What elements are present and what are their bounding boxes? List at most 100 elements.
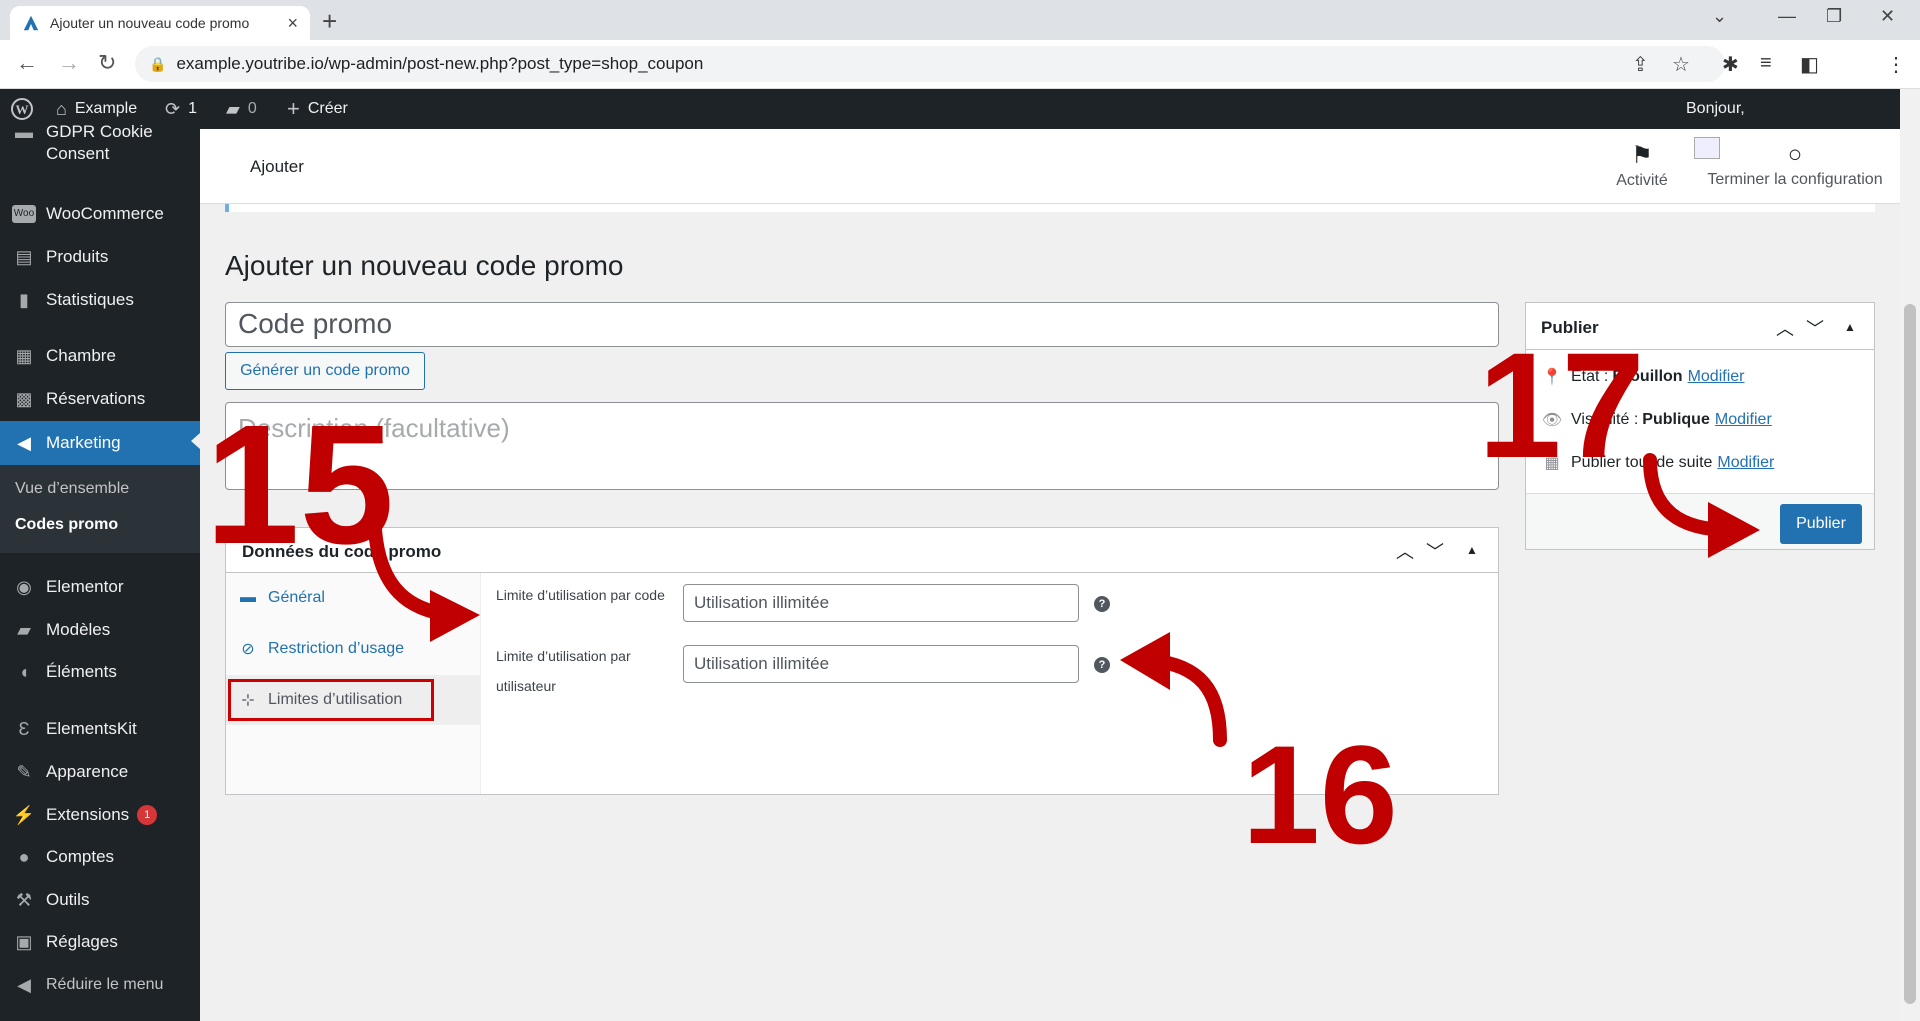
move-down-icon[interactable]: ﹀ — [1426, 538, 1444, 564]
chrome-menu-icon[interactable]: ⋮ — [1886, 52, 1906, 77]
activity-button[interactable]: ⚑ Activité — [1607, 141, 1677, 190]
sidebar-item-elements[interactable]: ◖ Éléments — [0, 652, 200, 692]
progress-circle-icon: ○ — [1787, 141, 1803, 168]
comments-link[interactable]: ▰ 0 — [226, 89, 257, 129]
publish-button[interactable]: Publier — [1780, 504, 1862, 544]
sidebar-item-statistiques[interactable]: ▮ Statistiques — [0, 280, 200, 320]
edit-visibility-link[interactable]: Modifier — [1715, 411, 1772, 429]
coupon-code-input[interactable]: Code promo — [225, 302, 1499, 347]
sidebar-item-extensions[interactable]: ⚡ Extensions 1 — [0, 795, 200, 835]
description-textarea[interactable]: Description (facultative) — [225, 402, 1499, 490]
restore-icon[interactable]: ❐ — [1826, 6, 1842, 27]
sidebar-item-label: Elementor — [46, 577, 124, 596]
sidebar-item-chambre[interactable]: ▦ Chambre — [0, 336, 200, 376]
help-icon[interactable]: ? — [1094, 596, 1110, 612]
collapse-icon: ◀ — [17, 974, 31, 995]
toggle-panel-icon[interactable]: ▲ — [1466, 543, 1478, 557]
page-title: Ajouter un nouveau code promo — [225, 250, 624, 281]
sidebar-item-reglages[interactable]: ▣ Réglages — [0, 922, 200, 962]
sidebar-item-comptes[interactable]: ● Comptes — [0, 837, 200, 877]
close-window-icon[interactable]: ✕ — [1880, 6, 1895, 27]
finish-setup-button[interactable]: ○ Terminer la configuration — [1700, 141, 1890, 189]
minimize-icon[interactable]: — — [1778, 6, 1796, 27]
new-content-link[interactable]: + Créer — [287, 89, 348, 129]
sidebar-item-label: Réduire le menu — [46, 976, 164, 993]
greeting-text: Bonjour, — [1686, 100, 1745, 117]
forward-icon[interactable]: → — [58, 50, 80, 76]
flag-icon: ⚑ — [1631, 142, 1653, 169]
sidebar-item-label: Marketing — [46, 433, 121, 452]
tab-usage-limits[interactable]: ⊹ Limites d’utilisation — [226, 675, 481, 725]
woocommerce-header: Ajouter ⚑ Activité ○ Terminer la configu… — [200, 129, 1900, 204]
extensions-puzzle-icon[interactable]: ✱ — [1722, 52, 1739, 77]
ticket-icon: ▬ — [240, 589, 256, 606]
sidebar-item-label: Extensions — [46, 805, 130, 824]
ekit-icon: Ɛ — [18, 718, 30, 739]
megaphone-icon: ◀ — [17, 432, 31, 453]
scrollbar-thumb[interactable] — [1904, 304, 1916, 1004]
reload-icon[interactable]: ↻ — [98, 50, 116, 76]
browser-tab-bar: Ajouter un nouveau code promo × + ⌄ — ❐ … — [0, 0, 1920, 40]
settings-icon: ▣ — [15, 931, 33, 952]
building-icon: ▦ — [15, 345, 33, 366]
coupon-tabs: ▬ Général ⊘ Restriction d’usage ⊹ Limite… — [226, 573, 481, 794]
notice-bar — [225, 204, 1875, 212]
sidebar-item-modeles[interactable]: ▰ Modèles — [0, 610, 200, 650]
submenu-overview[interactable]: Vue d’ensemble — [15, 480, 129, 498]
generate-coupon-button[interactable]: Générer un code promo — [225, 352, 425, 390]
sidebar-item-label: Éléments — [46, 662, 117, 681]
collapse-menu-button[interactable]: ◀ Réduire le menu — [0, 965, 200, 1005]
toggle-panel-icon[interactable]: ▲ — [1844, 320, 1856, 334]
panel-header: Données du code promo ︿ ﹀ ▲ — [226, 528, 1498, 573]
tab-search-icon[interactable]: ⌄ — [1712, 6, 1727, 27]
sidebar-item-outils[interactable]: ⚒ Outils — [0, 880, 200, 920]
usage-limit-per-code-label: Limite d’utilisation par code — [496, 587, 665, 603]
move-up-icon[interactable]: ︿ — [1396, 538, 1414, 564]
chart-bar-icon: ▮ — [19, 289, 29, 310]
address-bar[interactable]: 🔒 example.youtribe.io/wp-admin/post-new.… — [135, 46, 1725, 82]
usage-limit-per-user-input[interactable]: Utilisation illimitée — [683, 645, 1079, 683]
media-queue-icon[interactable]: ≡ — [1760, 52, 1772, 75]
header-title: Ajouter — [250, 157, 304, 176]
share-icon[interactable]: ⇪ — [1632, 52, 1649, 77]
sidebar-item-elementskit[interactable]: Ɛ ElementsKit — [0, 709, 200, 749]
tab-usage-restriction[interactable]: ⊘ Restriction d’usage — [226, 624, 481, 674]
drop-icon: ◖ — [18, 661, 30, 682]
submenu-coupons[interactable]: Codes promo — [15, 516, 118, 534]
browser-tab[interactable]: Ajouter un nouveau code promo × — [10, 6, 310, 40]
site-favicon-icon — [23, 15, 39, 31]
move-up-icon[interactable]: ︿ — [1776, 315, 1794, 341]
wrench-icon: ⚒ — [15, 889, 33, 910]
sidebar-item-label: Modèles — [46, 620, 111, 639]
sidebar-item-reservations[interactable]: ▩ Réservations — [0, 379, 200, 419]
sidebar-item-label: Apparence — [46, 762, 129, 781]
tab-close-icon[interactable]: × — [287, 13, 298, 34]
usage-limit-per-user-label: Limite d’utilisation par — [496, 648, 631, 664]
plus-icon: + — [287, 96, 300, 121]
move-down-icon[interactable]: ﹀ — [1806, 315, 1824, 341]
usage-limit-per-code-input[interactable]: Utilisation illimitée — [683, 584, 1079, 622]
edit-status-link[interactable]: Modifier — [1688, 368, 1745, 386]
woo-icon: Woo — [12, 205, 36, 223]
edit-schedule-link[interactable]: Modifier — [1717, 454, 1774, 472]
user-icon: ● — [18, 846, 30, 867]
sidebar-item-produits[interactable]: ▤ Produits — [0, 237, 200, 277]
annotation-step-17: 17 — [1478, 321, 1645, 489]
sidebar-item-marketing[interactable]: ◀ Marketing — [0, 421, 200, 465]
help-icon[interactable]: ? — [1094, 657, 1110, 673]
account-greeting[interactable]: Bonjour, — [1686, 89, 1745, 129]
tab-label: Restriction d’usage — [268, 640, 405, 657]
side-panel-icon[interactable]: ◧ — [1800, 52, 1819, 77]
sidebar-item-woocommerce[interactable]: Woo WooCommerce — [0, 194, 200, 234]
sidebar-item-apparence[interactable]: ✎ Apparence — [0, 752, 200, 792]
bookmark-star-icon[interactable]: ☆ — [1672, 52, 1690, 77]
broken-image-icon — [1694, 137, 1720, 159]
sidebar-item-gdpr[interactable]: ▬ GDPR Cookie Consent — [0, 121, 200, 177]
sidebar-item-label: GDPR Cookie Consent — [46, 122, 153, 163]
tab-general[interactable]: ▬ Général — [226, 573, 481, 623]
page-scrollbar[interactable] — [1900, 89, 1920, 1021]
back-icon[interactable]: ← — [16, 50, 38, 76]
sidebar-item-elementor[interactable]: ◉ Elementor — [0, 567, 200, 607]
update-badge: 1 — [137, 805, 158, 825]
new-tab-icon[interactable]: + — [322, 6, 337, 36]
